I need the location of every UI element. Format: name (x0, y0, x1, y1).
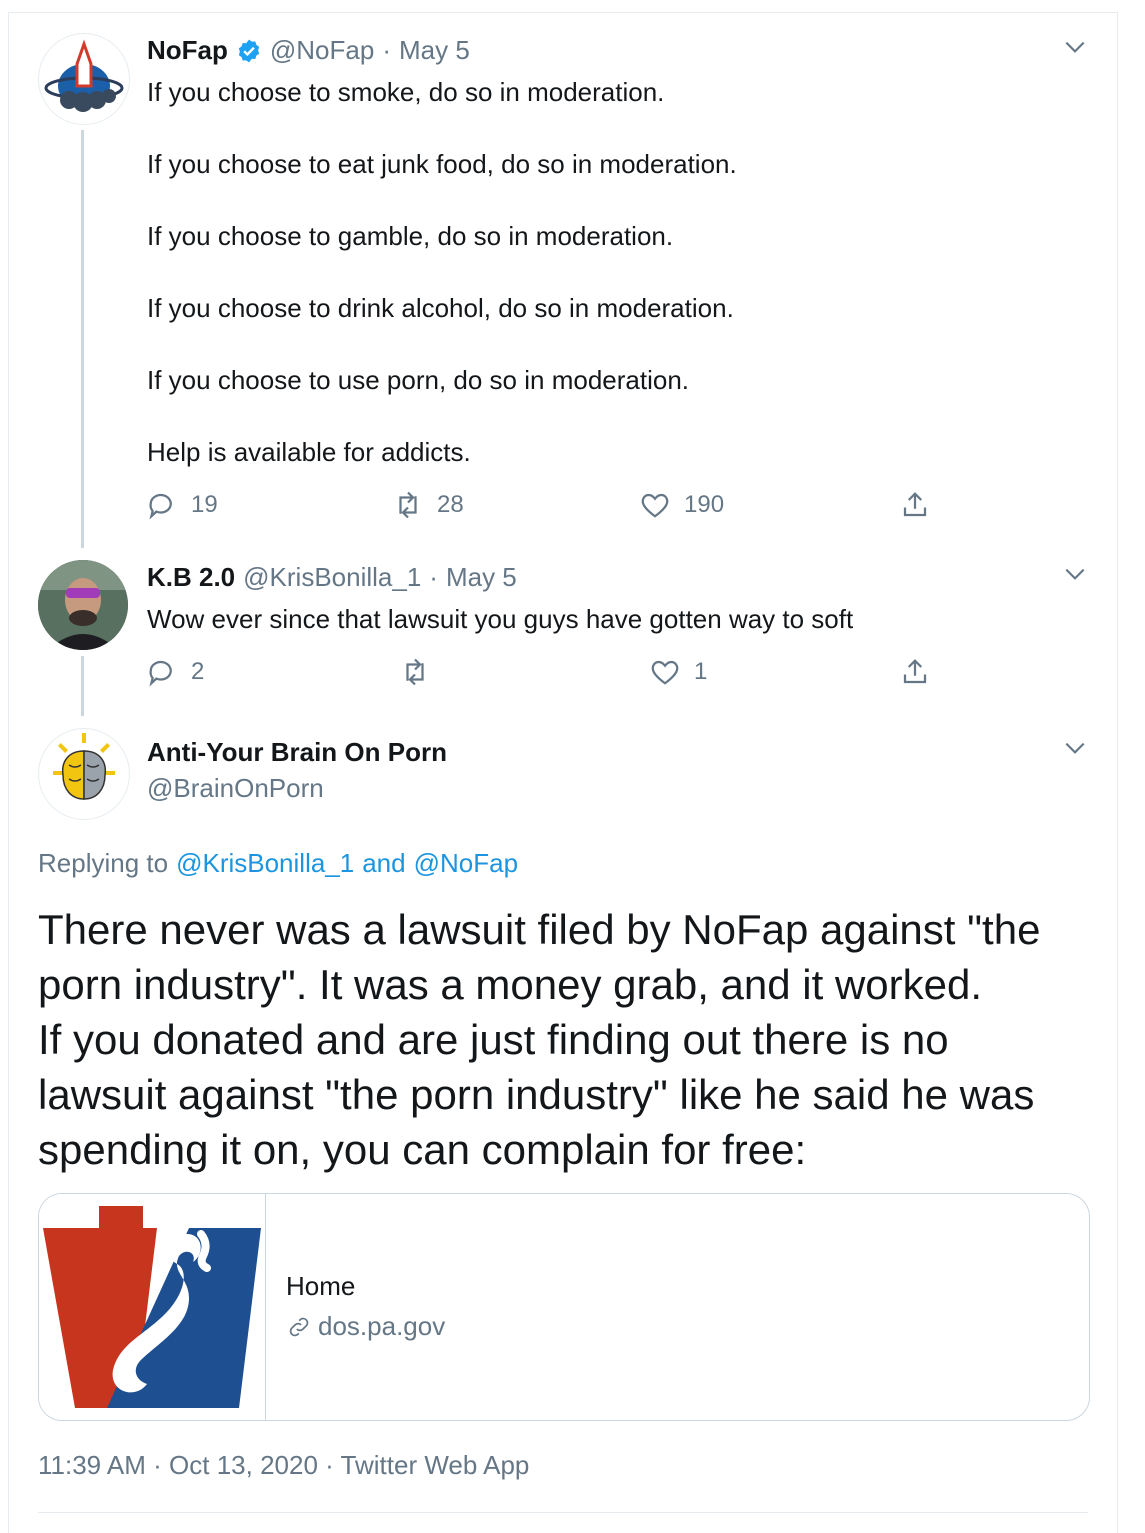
heart-icon (641, 493, 669, 518)
share-icon (903, 492, 927, 517)
tweet-line: If you choose to smoke, do so in moderat… (147, 77, 665, 107)
like-count: 1 (694, 658, 708, 685)
card-domain: dos.pa.gov (318, 1311, 446, 1341)
retweet-button[interactable] (400, 657, 444, 687)
brain-sun-logo-icon (53, 733, 115, 800)
tweet-text-line: porn industry". It was a money grab, and… (38, 961, 983, 1008)
author-handle[interactable]: @BrainOnPorn (147, 773, 324, 804)
retweet-button[interactable]: 28 (393, 490, 464, 520)
chevron-down-icon[interactable] (1062, 34, 1088, 60)
reply-icon (149, 493, 172, 520)
author-name[interactable]: Anti-Your Brain On Porn (147, 737, 447, 768)
rocket-logo-icon (44, 39, 124, 112)
author-handle[interactable]: @KrisBonilla_1 (243, 562, 421, 593)
reply-icon (149, 660, 172, 687)
link-icon (289, 1317, 309, 1336)
like-button[interactable]: 190 (640, 490, 724, 520)
tweet-text-line: spending it on, you can complain for fre… (38, 1126, 807, 1173)
chevron-down-icon[interactable] (1062, 561, 1088, 587)
main-tweet-text: There never was a lawsuit filed by NoFap… (38, 902, 1098, 1177)
verified-badge-icon (238, 39, 260, 62)
replying-prefix: Replying to (38, 848, 169, 878)
divider (38, 1512, 1088, 1513)
share-button[interactable] (900, 490, 930, 520)
kb-avatar[interactable] (38, 560, 128, 650)
thread-line (81, 130, 84, 548)
card-thumbnail (39, 1194, 266, 1420)
tweet-text: Wow ever since that lawsuit you guys hav… (147, 604, 854, 634)
pa-keystone-logo-icon (43, 1206, 261, 1408)
reply-user-link[interactable]: @KrisBonilla_1 (176, 848, 354, 879)
brainonporn-avatar[interactable] (38, 728, 130, 820)
tweet-text-line: lawsuit against "the porn industry" like… (38, 1071, 1035, 1118)
tweet-date[interactable]: May 5 (399, 35, 470, 66)
reply-and: and (362, 848, 406, 878)
user-photo-icon (38, 560, 128, 650)
tweet-line: Help is available for addicts. (147, 437, 471, 467)
tweet-header: NoFap @NoFap · May 5 (147, 35, 470, 66)
like-count: 190 (684, 491, 725, 518)
card-domain-row: dos.pa.gov (286, 1311, 445, 1342)
author-name[interactable]: K.B 2.0 (147, 562, 235, 593)
nofap-avatar[interactable] (38, 33, 130, 125)
tweet-timestamp[interactable]: 11:39 AM · Oct 13, 2020 · Twitter Web Ap… (38, 1450, 529, 1481)
retweet-icon (406, 658, 424, 686)
link-card[interactable]: Home dos.pa.gov (38, 1193, 1090, 1421)
like-button[interactable]: 1 (650, 657, 707, 687)
share-icon (903, 659, 927, 684)
thread-line (81, 656, 84, 716)
separator-dot: · (429, 562, 438, 592)
reply-count: 19 (191, 491, 218, 518)
replying-to: Replying to @KrisBonilla_1 and @NoFap (38, 848, 518, 879)
share-button[interactable] (900, 657, 930, 687)
tweet-line: If you choose to eat junk food, do so in… (147, 149, 737, 179)
tweet-line: If you choose to drink alcohol, do so in… (147, 293, 734, 323)
author-name[interactable]: NoFap (147, 35, 228, 66)
tweet-date[interactable]: May 5 (446, 562, 517, 593)
reply-user-link[interactable]: @NoFap (414, 848, 518, 879)
reply-count: 2 (191, 658, 205, 685)
chevron-down-icon[interactable] (1062, 735, 1088, 761)
heart-icon (651, 660, 679, 685)
tweet-text-line: If you donated and are just finding out … (38, 1016, 949, 1063)
card-title: Home (286, 1271, 356, 1301)
reply-button[interactable]: 19 (147, 490, 218, 520)
retweet-icon (399, 491, 417, 519)
tweet-line: If you choose to use porn, do so in mode… (147, 365, 690, 395)
tweet-text-line: There never was a lawsuit filed by NoFap… (38, 906, 1041, 953)
tweet-line: If you choose to gamble, do so in modera… (147, 221, 674, 251)
separator-dot: · (382, 35, 391, 65)
author-handle[interactable]: @NoFap (270, 35, 374, 66)
retweet-count: 28 (437, 491, 464, 518)
reply-button[interactable]: 2 (147, 657, 204, 687)
tweet-header: K.B 2.0 @KrisBonilla_1 · May 5 (147, 562, 517, 593)
